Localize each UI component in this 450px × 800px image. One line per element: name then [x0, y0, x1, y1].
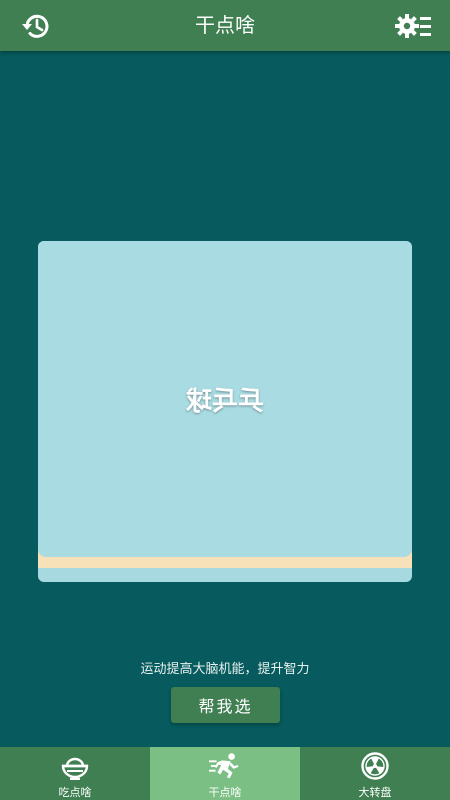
settings-button[interactable] [395, 8, 431, 44]
nav-item-eat[interactable]: 吃点啥 [0, 747, 150, 800]
card-face: 乒乓球 [38, 241, 412, 557]
choose-for-me-button[interactable]: 帮我选 [171, 687, 280, 723]
nav-label-wheel: 大转盘 [358, 786, 392, 799]
running-icon [209, 752, 241, 780]
activity-tagline: 运动提高大脑机能，提升智力 [140, 662, 310, 677]
nav-label-eat: 吃点啥 [58, 786, 92, 799]
top-app-bar: 干点啥 [0, 0, 450, 51]
page-title: 干点啥 [195, 13, 255, 37]
activity-word: 乒乓球 [186, 387, 265, 417]
bottom-navigation: 吃点啥 干点啥 大转盘 [0, 747, 450, 800]
nav-item-wheel[interactable]: 大转盘 [300, 747, 450, 800]
rice-bowl-icon [59, 752, 91, 780]
activity-card: 乒乓球 [38, 241, 412, 582]
nav-item-do[interactable]: 干点啥 [150, 747, 300, 800]
nav-label-do: 干点啥 [208, 786, 242, 799]
wheel-icon [359, 752, 391, 780]
settings-list-icon [395, 14, 431, 38]
